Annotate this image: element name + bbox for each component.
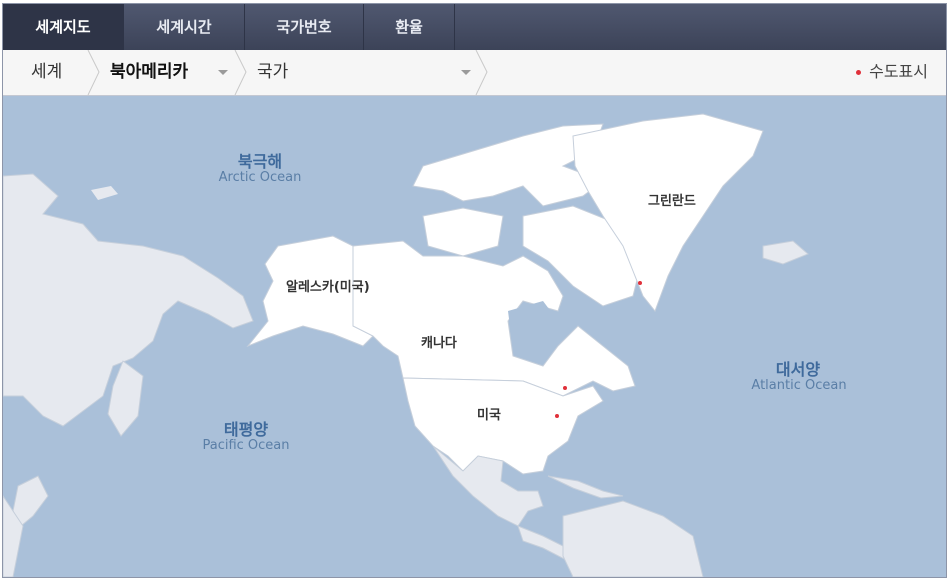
capital-dot-canada <box>563 386 567 390</box>
ocean-label-pacific-en: Pacific Ocean <box>202 438 290 453</box>
capital-toggle[interactable]: 수도표시 <box>856 50 928 95</box>
country-label-greenland[interactable]: 그린란드 <box>648 190 696 209</box>
ocean-label-arctic-en: Arctic Ocean <box>218 170 302 185</box>
ocean-label-pacific: 태평양 <box>223 420 269 439</box>
tab-country-code[interactable]: 국가번호 <box>245 4 364 50</box>
tab-world-map[interactable]: 세계지도 <box>3 4 124 50</box>
breadcrumb-separator <box>87 50 100 95</box>
ocean-label-atlantic: 대서양 <box>775 360 821 379</box>
country-label-canada[interactable]: 캐나다 <box>421 332 457 351</box>
country-select[interactable]: 국가 <box>257 50 288 95</box>
ocean-label-atlantic-en: Atlantic Ocean <box>751 378 847 393</box>
breadcrumb-separator <box>234 50 247 95</box>
tab-bar: 세계지도 세계시간 국가번호 환율 <box>3 4 946 50</box>
map-graphic <box>3 96 946 577</box>
breadcrumb-separator <box>475 50 488 95</box>
world-map-widget: 세계지도 세계시간 국가번호 환율 세계 북아메리카 국가 수도표시 북극해 A… <box>2 3 947 578</box>
region-select[interactable]: 북아메리카 <box>110 50 188 95</box>
capital-dot-greenland <box>638 281 642 285</box>
chevron-down-icon <box>461 70 471 75</box>
breadcrumb: 세계 북아메리카 국가 수도표시 <box>3 50 946 96</box>
tab-world-time[interactable]: 세계시간 <box>124 4 245 50</box>
chevron-down-icon <box>218 70 228 75</box>
capital-toggle-label: 수도표시 <box>869 62 928 81</box>
tab-exchange-rate[interactable]: 환율 <box>364 4 455 50</box>
country-label-alaska[interactable]: 알레스카(미국) <box>286 276 370 295</box>
capital-dot-icon <box>856 70 862 75</box>
ocean-label-arctic: 북극해 <box>237 152 283 171</box>
country-label-usa[interactable]: 미국 <box>477 404 501 423</box>
breadcrumb-world[interactable]: 세계 <box>31 50 62 95</box>
capital-dot-usa <box>555 414 559 418</box>
map-canvas[interactable]: 북극해 Arctic Ocean 태평양 Pacific Ocean 대서양 A… <box>3 96 946 577</box>
